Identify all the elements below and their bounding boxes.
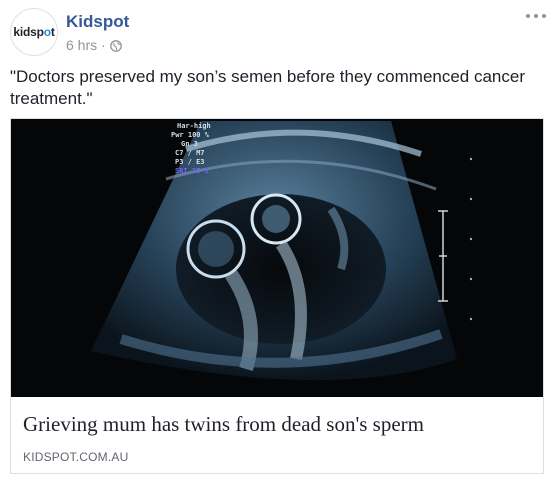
overlay-line: C7 / M7 [175, 149, 205, 157]
avatar-logo-text: kidspot [13, 25, 55, 39]
globe-icon[interactable] [109, 39, 122, 52]
overlay-line: SRI II 3 [175, 167, 209, 175]
link-title[interactable]: Grieving mum has twins from dead son's s… [23, 412, 528, 437]
post-timestamp[interactable]: 6 hrs [66, 37, 97, 53]
overlay-line: Har-high [177, 122, 211, 130]
post-caption: "Doctors preserved my son’s semen before… [10, 67, 526, 108]
page-name-link[interactable]: Kidspot [66, 12, 129, 32]
link-preview-image[interactable]: Har-high Pwr 100 % Gn 3 C7 / M7 P3 / E3 … [11, 119, 543, 397]
overlay-line: Pwr 100 % [171, 131, 210, 139]
page-avatar[interactable]: kidspot [10, 8, 58, 56]
post-meta: 6 hrs · [66, 37, 122, 53]
more-options-icon[interactable] [526, 10, 546, 22]
meta-separator: · [101, 37, 106, 53]
link-domain: KIDSPOT.COM.AU [23, 450, 129, 464]
overlay-line: Gn 3 [181, 140, 198, 148]
link-preview-card[interactable]: Har-high Pwr 100 % Gn 3 C7 / M7 P3 / E3 … [10, 118, 544, 474]
facebook-post: kidspot Kidspot 6 hrs · "Doctors preserv… [0, 0, 556, 480]
overlay-line: P3 / E3 [175, 158, 205, 166]
